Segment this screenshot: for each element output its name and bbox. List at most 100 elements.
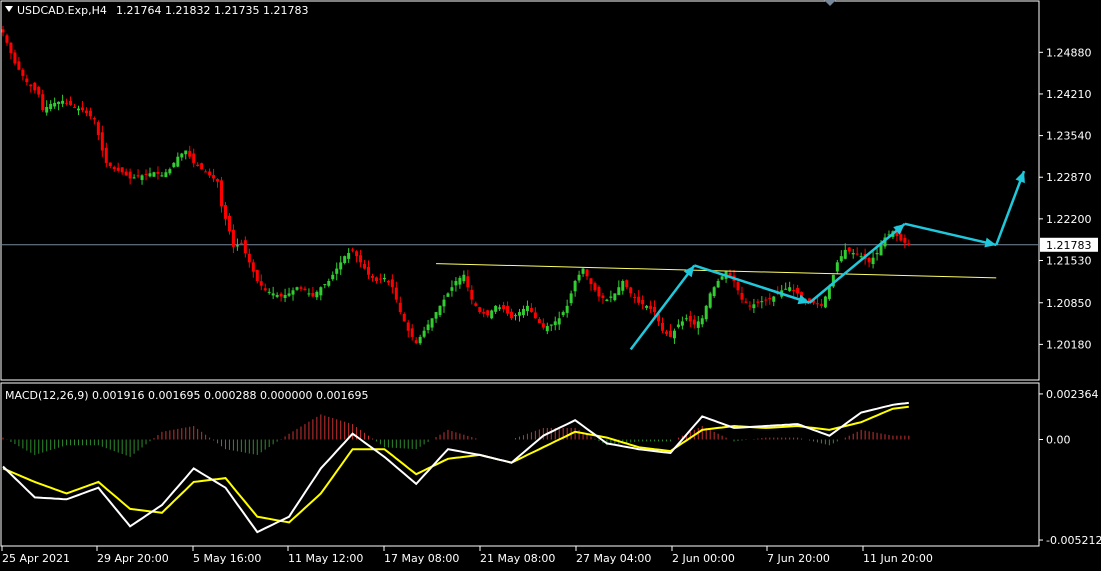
candle-body [692, 319, 696, 325]
candle-body [585, 269, 589, 277]
candle-body [410, 328, 414, 337]
time-tick-label: 7 Jun 20:00 [767, 552, 830, 565]
candle-body [752, 304, 756, 309]
trading-chart[interactable]: USDCAD.Exp,H4 1.21764 1.21832 1.21735 1.… [0, 0, 1101, 567]
candle-body [835, 262, 839, 272]
candle-body [69, 100, 73, 105]
candle-body [283, 294, 287, 298]
candle-body [760, 301, 764, 303]
candle-body [386, 280, 390, 283]
candle-body [645, 305, 649, 308]
candle-body [180, 153, 184, 158]
candle-body [132, 177, 136, 179]
time-tick-label: 5 May 16:00 [193, 552, 261, 565]
candle-body [617, 287, 621, 295]
candle-body [784, 288, 788, 290]
candle-body [128, 171, 132, 179]
candle-body [708, 293, 712, 308]
candle-body [637, 296, 641, 303]
candle-body [716, 281, 720, 288]
candle-body [188, 150, 192, 157]
candle-body [768, 297, 772, 299]
candle-body [124, 171, 128, 176]
time-tick-label: 2 Jun 00:00 [672, 552, 735, 565]
candle-body [569, 293, 573, 304]
candle-body [561, 312, 565, 316]
candle-body [1, 29, 5, 33]
candle-body [482, 312, 486, 314]
candle-body [291, 290, 295, 295]
candle-body [700, 318, 704, 325]
candle-body [339, 262, 343, 270]
time-tick-label: 21 May 08:00 [480, 552, 555, 565]
symbol-label: USDCAD.Exp,H4 [17, 4, 107, 17]
candle-body [859, 256, 863, 258]
price-tick-label: 1.22870 [1046, 171, 1092, 184]
candle-body [688, 315, 692, 322]
candle-body [92, 118, 96, 120]
time-tick-label: 29 Apr 20:00 [97, 552, 169, 565]
candle-body [239, 242, 243, 244]
candle-body [84, 110, 88, 114]
candle-body [295, 287, 299, 290]
candle-body [514, 315, 518, 317]
price-tick-label: 1.23540 [1046, 130, 1092, 143]
price-tick-label: 1.24210 [1046, 88, 1092, 101]
candle-body [581, 268, 585, 274]
candle-body [521, 308, 525, 316]
candle-body [192, 153, 196, 163]
candle-body [184, 150, 188, 155]
candle-body [704, 305, 708, 320]
candle-body [259, 281, 263, 286]
candle-body [45, 107, 49, 113]
candle-body [359, 255, 363, 263]
macd-tick-label: -0.005212 [1046, 534, 1101, 547]
candle-body [593, 283, 597, 291]
candle-body [311, 293, 315, 297]
candle-body [545, 326, 549, 332]
candle-body [61, 100, 65, 104]
candle-body [462, 274, 466, 282]
candle-body [506, 306, 510, 314]
candle-body [525, 305, 529, 312]
candle-body [422, 330, 426, 337]
candle-body [819, 304, 823, 306]
candle-body [605, 299, 609, 302]
candle-body [494, 305, 498, 312]
candle-body [589, 278, 593, 285]
candle-body [529, 308, 533, 313]
candle-body [664, 331, 668, 334]
candle-body [553, 321, 557, 326]
candle-body [367, 267, 371, 275]
candle-body [208, 171, 212, 176]
candle-body [847, 247, 851, 252]
candle-body [5, 35, 9, 43]
macd-tick-label: 0.00 [1046, 434, 1071, 447]
candle-body [839, 256, 843, 262]
candle-body [25, 78, 29, 83]
candle-body [279, 293, 283, 297]
candle-body [108, 162, 112, 167]
chart-canvas[interactable]: USDCAD.Exp,H4 1.21764 1.21832 1.21735 1.… [0, 0, 1101, 567]
candle-body [633, 296, 637, 299]
candle-body [684, 318, 688, 320]
candle-body [871, 257, 875, 265]
time-tick-label: 11 Jun 20:00 [863, 552, 933, 565]
candle-body [470, 289, 474, 300]
candle-body [140, 175, 144, 180]
candle-body [549, 324, 553, 326]
candle-body [200, 163, 204, 170]
candle-body [307, 293, 311, 295]
candle-body [363, 264, 367, 269]
candle-body [696, 321, 700, 328]
price-tick-label: 1.24880 [1046, 46, 1092, 59]
candle-body [855, 253, 859, 255]
candle-body [478, 307, 482, 313]
price-tick-label: 1.20180 [1046, 338, 1092, 351]
candle-body [458, 277, 462, 285]
candle-body [680, 321, 684, 326]
candle-body [486, 310, 490, 316]
candle-body [414, 340, 418, 344]
candle-body [430, 318, 434, 328]
candle-body [756, 301, 760, 303]
